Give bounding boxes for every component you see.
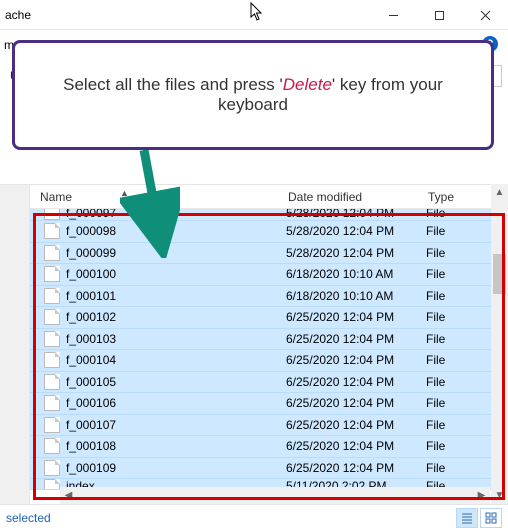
file-date: 5/28/2020 12:04 PM <box>286 224 426 238</box>
annotation-arrow-icon <box>120 148 180 258</box>
file-icon <box>44 309 60 325</box>
file-date: 6/25/2020 12:04 PM <box>286 310 426 324</box>
file-name: f_000108 <box>66 439 286 453</box>
file-date: 5/28/2020 12:04 PM <box>286 246 426 260</box>
file-icon <box>44 331 60 347</box>
file-row[interactable]: f_0001046/25/2020 12:04 PMFile <box>30 350 508 372</box>
file-row[interactable]: f_0000985/28/2020 12:04 PMFile <box>30 221 508 243</box>
navigation-pane-gutter <box>0 185 30 504</box>
file-date: 6/25/2020 12:04 PM <box>286 375 426 389</box>
file-row[interactable]: f_0001016/18/2020 10:10 AMFile <box>30 286 508 308</box>
file-icon <box>44 245 60 261</box>
instruction-text: Select all the files and press 'Delete' … <box>41 75 465 115</box>
file-name: f_000109 <box>66 461 286 475</box>
file-row[interactable]: f_0001096/25/2020 12:04 PMFile <box>30 458 508 480</box>
file-row[interactable]: f_0001036/25/2020 12:04 PMFile <box>30 329 508 351</box>
file-date: 6/25/2020 12:04 PM <box>286 396 426 410</box>
file-name: f_000104 <box>66 353 286 367</box>
file-row[interactable]: f_0001066/25/2020 12:04 PMFile <box>30 393 508 415</box>
file-date: 5/28/2020 12:04 PM <box>286 209 426 220</box>
file-row[interactable]: f_0001026/25/2020 12:04 PMFile <box>30 307 508 329</box>
file-row[interactable]: f_0001056/25/2020 12:04 PMFile <box>30 372 508 394</box>
file-row[interactable]: f_0000995/28/2020 12:04 PMFile <box>30 243 508 265</box>
horizontal-scrollbar[interactable]: ◀ ▶ <box>60 487 490 504</box>
scroll-thumb[interactable] <box>493 254 506 294</box>
file-row[interactable]: f_0001006/18/2020 10:10 AMFile <box>30 264 508 286</box>
file-name: f_000105 <box>66 375 286 389</box>
file-date: 6/25/2020 12:04 PM <box>286 461 426 475</box>
file-icon <box>44 460 60 476</box>
maximize-button[interactable] <box>416 0 462 30</box>
file-row[interactable]: f_0000975/28/2020 12:04 PMFile <box>30 209 508 221</box>
file-row[interactable]: f_0001076/25/2020 12:04 PMFile <box>30 415 508 437</box>
file-name: f_000103 <box>66 332 286 346</box>
column-headers: ▲ Name Date modified Type <box>30 185 508 209</box>
status-bar: selected <box>0 504 508 530</box>
file-date: 6/25/2020 12:04 PM <box>286 353 426 367</box>
file-icon <box>44 288 60 304</box>
file-name: f_000102 <box>66 310 286 324</box>
file-icon <box>44 395 60 411</box>
file-rows[interactable]: f_0000975/28/2020 12:04 PMFilef_0000985/… <box>30 209 508 504</box>
scroll-track[interactable] <box>77 487 473 504</box>
file-date: 6/25/2020 12:04 PM <box>286 332 426 346</box>
file-icon <box>44 266 60 282</box>
scroll-up-button[interactable]: ▲ <box>491 184 508 201</box>
file-icon <box>44 417 60 433</box>
file-row[interactable]: f_0001086/25/2020 12:04 PMFile <box>30 436 508 458</box>
window-controls <box>370 0 508 30</box>
file-list: ▲ Name Date modified Type f_0000975/28/2… <box>0 184 508 504</box>
file-date: 6/25/2020 12:04 PM <box>286 418 426 432</box>
file-date: 6/18/2020 10:10 AM <box>286 289 426 303</box>
close-button[interactable] <box>462 0 508 30</box>
instruction-pre: Select all the files and press ' <box>63 75 283 94</box>
minimize-button[interactable] <box>370 0 416 30</box>
status-text: selected <box>6 511 51 525</box>
file-icon <box>44 209 60 220</box>
vertical-scrollbar[interactable]: ▲ ▼ <box>491 184 508 504</box>
view-buttons <box>456 508 502 528</box>
file-name: f_000107 <box>66 418 286 432</box>
file-icon <box>44 223 60 239</box>
file-icon <box>44 374 60 390</box>
file-name: f_000106 <box>66 396 286 410</box>
file-icon <box>44 438 60 454</box>
file-icon <box>44 479 60 490</box>
file-name: f_000101 <box>66 289 286 303</box>
instruction-em: Delete <box>283 75 332 94</box>
icons-view-button[interactable] <box>480 508 502 528</box>
file-date: 6/25/2020 12:04 PM <box>286 439 426 453</box>
column-header-date[interactable]: Date modified <box>288 190 428 204</box>
file-name: f_000100 <box>66 267 286 281</box>
file-date: 6/18/2020 10:10 AM <box>286 267 426 281</box>
scroll-left-button[interactable]: ◀ <box>60 487 77 504</box>
window-title: ache <box>5 8 31 22</box>
cursor-icon <box>250 2 266 22</box>
instruction-callout: Select all the files and press 'Delete' … <box>12 40 494 150</box>
scroll-right-button[interactable]: ▶ <box>473 487 490 504</box>
scroll-down-button[interactable]: ▼ <box>491 487 508 504</box>
file-list-body: ▲ Name Date modified Type f_0000975/28/2… <box>30 185 508 504</box>
details-view-button[interactable] <box>456 508 478 528</box>
file-icon <box>44 352 60 368</box>
